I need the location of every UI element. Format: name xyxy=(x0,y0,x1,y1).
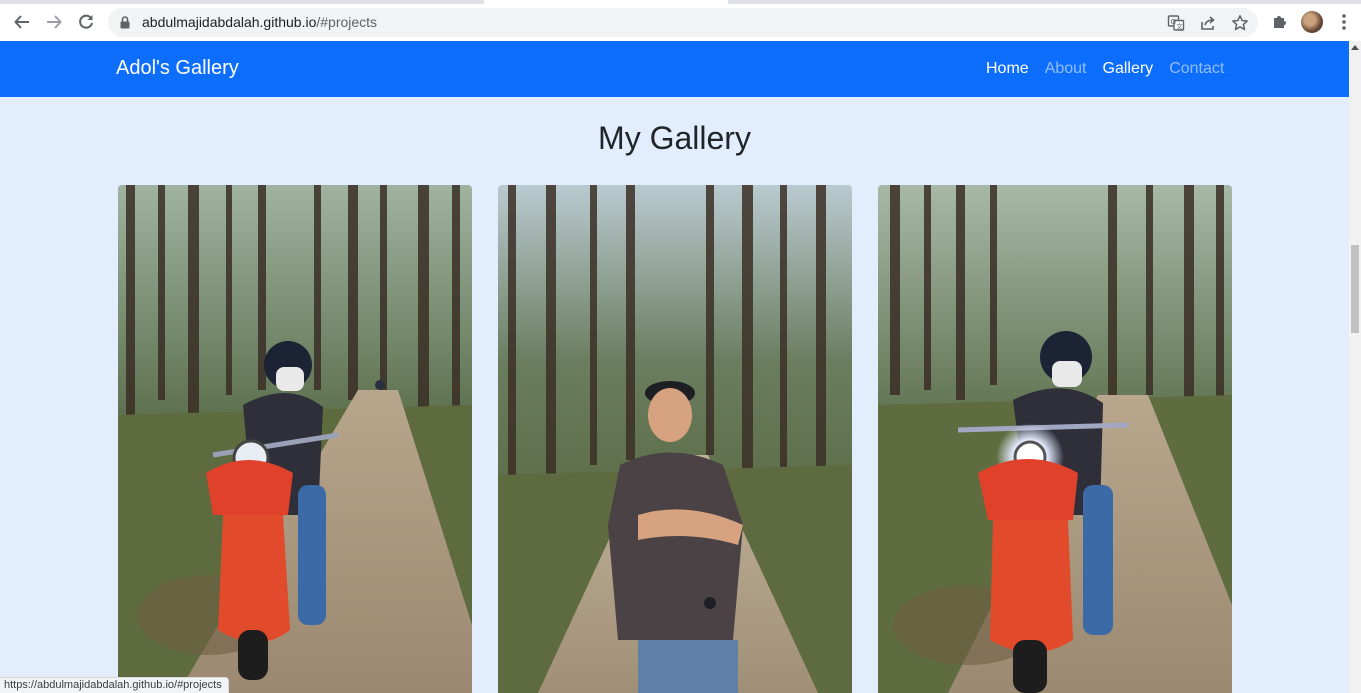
nav-contact[interactable]: Contact xyxy=(1169,60,1224,78)
browser-toolbar: abdulmajidabdalah.github.io/#projects G文 xyxy=(0,4,1361,41)
status-url-bubble: https://abdulmajidabdalah.github.io/#pro… xyxy=(0,677,229,693)
share-icon[interactable] xyxy=(1199,14,1217,32)
nav-about[interactable]: About xyxy=(1045,60,1087,78)
arrow-right-icon xyxy=(47,15,62,29)
nav-home[interactable]: Home xyxy=(986,60,1029,78)
gallery-photo-1[interactable] xyxy=(118,185,472,693)
nav-gallery[interactable]: Gallery xyxy=(1103,60,1154,78)
more-menu-icon[interactable] xyxy=(1334,12,1354,32)
url-host: abdulmajidabdalah.github.io xyxy=(142,14,317,30)
photo-image xyxy=(878,185,1232,693)
svg-text:文: 文 xyxy=(1176,22,1183,31)
brand-logo[interactable]: Adol's Gallery xyxy=(116,57,239,80)
arrow-left-icon xyxy=(14,15,29,29)
nav-links: Home About Gallery Contact xyxy=(986,60,1240,78)
avatar[interactable] xyxy=(1301,11,1323,33)
bookmark-star-icon[interactable] xyxy=(1231,14,1249,32)
url-text[interactable]: abdulmajidabdalah.github.io/#projects xyxy=(142,14,377,30)
reload-icon xyxy=(79,14,93,29)
forward-button[interactable] xyxy=(40,8,68,36)
gallery-photo-3[interactable] xyxy=(878,185,1232,693)
photo-image xyxy=(498,185,852,693)
back-button[interactable] xyxy=(8,8,36,36)
page-scrollbar[interactable] xyxy=(1349,41,1361,693)
photo-image xyxy=(118,185,472,693)
address-bar[interactable]: abdulmajidabdalah.github.io/#projects G文 xyxy=(108,8,1258,37)
scroll-up-arrow-icon[interactable] xyxy=(1351,45,1359,50)
extensions-icon[interactable] xyxy=(1270,12,1290,32)
page-title: My Gallery xyxy=(598,120,751,156)
reload-button[interactable] xyxy=(72,8,100,36)
lock-icon[interactable] xyxy=(120,16,130,29)
gallery-photo-2[interactable] xyxy=(498,185,852,693)
translate-icon[interactable]: G文 xyxy=(1167,14,1185,32)
scrollbar-thumb[interactable] xyxy=(1351,245,1359,333)
url-path: /#projects xyxy=(316,14,378,30)
site-navbar: Adol's Gallery Home About Gallery Contac… xyxy=(0,41,1349,97)
